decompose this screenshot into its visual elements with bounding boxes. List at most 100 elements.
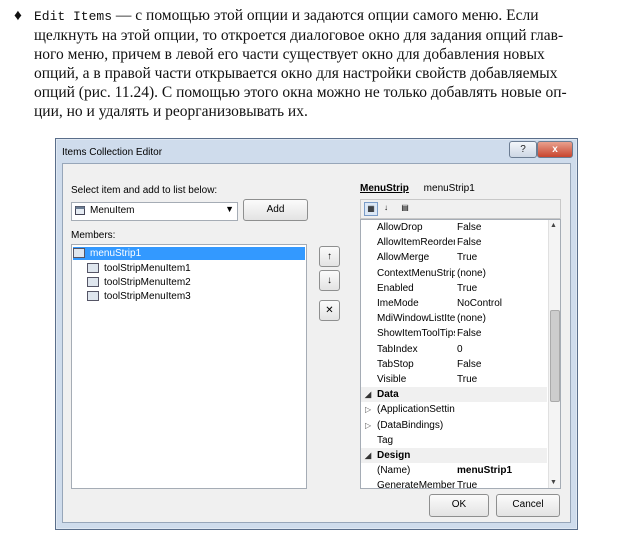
property-name: Design	[377, 450, 411, 461]
scroll-down-icon[interactable]: ▼	[550, 479, 557, 486]
property-row[interactable]: TabStop False	[361, 357, 547, 372]
dialog-title: Items Collection Editor	[62, 147, 163, 158]
property-value[interactable]: False	[457, 220, 481, 235]
property-row[interactable]: AllowDrop False	[361, 220, 547, 235]
paragraph-line: ♦ Edit Items — с помощью этой опции и зад…	[14, 7, 539, 24]
bullet-icon: ♦	[14, 7, 22, 24]
collapse-icon[interactable]: ◢	[365, 387, 371, 402]
property-value[interactable]: NoControl	[457, 296, 502, 311]
property-scrollbar[interactable]: ▲ ▼	[548, 220, 560, 488]
property-grid[interactable]: AllowDrop False AllowItemReorder False Allow…	[360, 219, 561, 489]
property-name: (ApplicationSettings)	[377, 404, 455, 416]
chevron-down-icon: ▼	[225, 204, 234, 214]
property-category[interactable]: ◢ Data	[361, 387, 547, 403]
term: Edit Items	[34, 9, 113, 24]
menu-item-icon	[87, 263, 99, 274]
property-pages-icon[interactable]: ▤	[399, 202, 411, 214]
expand-icon[interactable]: ▷	[365, 402, 371, 417]
property-name: ShowItemToolTips	[377, 328, 455, 340]
property-row[interactable]: TabIndex 0	[361, 342, 547, 357]
property-value[interactable]: menuStrip1	[457, 463, 512, 478]
paragraph-line: опций, а в правой части открывается окно…	[34, 65, 558, 82]
collapse-icon[interactable]: ◢	[365, 448, 371, 463]
move-up-button[interactable]: ↑	[319, 246, 340, 267]
property-value[interactable]: False	[457, 235, 481, 250]
property-category[interactable]: ◢ Design	[361, 448, 547, 463]
property-value[interactable]: 0	[457, 342, 463, 357]
property-name: AllowItemReorder	[377, 237, 455, 249]
property-row[interactable]: Visible True	[361, 372, 547, 387]
paragraph-line: ции, но и удалять и реорганизовывать их.	[34, 103, 308, 120]
property-name: ContextMenuStrip	[377, 267, 455, 279]
expand-icon[interactable]: ▷	[365, 418, 371, 433]
property-name: AllowDrop	[377, 222, 423, 233]
property-value[interactable]: (none)	[457, 311, 486, 326]
members-label: Members:	[71, 230, 116, 241]
paragraph-line: ного меню, причем в левой его части суще…	[34, 46, 545, 63]
property-row[interactable]: Enabled True	[361, 281, 547, 296]
property-name: GenerateMember	[377, 480, 455, 489]
list-item[interactable]: menuStrip1	[73, 247, 305, 260]
property-value[interactable]: True	[457, 281, 477, 296]
property-row[interactable]: ▷ (DataBindings)	[361, 418, 547, 433]
scroll-thumb[interactable]	[550, 310, 560, 402]
property-value[interactable]: False	[457, 357, 481, 372]
select-item-label: Select item and add to list below:	[71, 185, 218, 196]
categorized-icon[interactable]: ▦	[364, 202, 378, 216]
list-item[interactable]: toolStripMenuItem2	[87, 276, 191, 289]
property-name: AllowMerge	[377, 252, 430, 264]
list-item[interactable]: toolStripMenuItem3	[87, 290, 191, 303]
remove-button[interactable]: ✕	[319, 300, 340, 321]
list-item[interactable]: toolStripMenuItem1	[87, 262, 191, 275]
property-name: ImeMode	[377, 298, 419, 309]
property-row[interactable]: GenerateMember True	[361, 478, 547, 489]
menu-item-icon	[87, 291, 99, 302]
menu-item-icon	[87, 277, 99, 288]
members-list[interactable]: menuStrip1 toolStripMenuItem1 toolStripM…	[71, 244, 307, 489]
property-value[interactable]: False	[457, 326, 481, 341]
object-header: MenuStrip menuStrip1	[360, 183, 475, 194]
menu-item-icon	[75, 206, 85, 215]
property-name: TabIndex	[377, 343, 418, 355]
alphabetical-icon[interactable]: ↓	[380, 202, 392, 214]
paragraph-line: щелкнуть на этой опции, то откроется диа…	[34, 27, 564, 44]
add-button[interactable]: Add	[243, 199, 308, 221]
property-row[interactable]: ShowItemToolTips False	[361, 326, 547, 341]
property-name: MdiWindowListItem	[377, 313, 455, 325]
title-bar: Items Collection Editor ? x	[56, 139, 577, 163]
property-name: TabStop	[377, 358, 414, 370]
property-row[interactable]: AllowItemReorder False	[361, 235, 547, 250]
property-row[interactable]: ▷ (ApplicationSettings)	[361, 402, 547, 417]
dialog-client: Select item and add to list below: MenuI…	[62, 163, 571, 523]
property-row[interactable]: (Name) menuStrip1	[361, 463, 547, 478]
property-row[interactable]: AllowMerge True	[361, 250, 547, 265]
object-name: menuStrip1	[423, 183, 475, 194]
items-collection-editor-dialog: Items Collection Editor ? x Select item …	[55, 138, 578, 530]
property-name: Enabled	[377, 282, 414, 294]
description-paragraph: ♦ Edit Items — с помощью этой опции и зад…	[14, 6, 614, 121]
object-type: MenuStrip	[360, 183, 409, 194]
scroll-up-icon[interactable]: ▲	[550, 222, 557, 229]
item-type-combo[interactable]: MenuItem ▼	[71, 202, 238, 221]
property-value[interactable]: True	[457, 478, 477, 488]
move-down-button[interactable]: ↓	[319, 270, 340, 291]
property-toolbar: ▦ ↓ ▤	[360, 199, 561, 219]
paragraph-line: опций (рис. 11.24). С помощью этого окна…	[34, 84, 567, 101]
cancel-button[interactable]: Cancel	[496, 494, 560, 517]
property-row[interactable]: Tag	[361, 433, 547, 448]
property-value[interactable]: True	[457, 250, 477, 265]
property-row[interactable]: ContextMenuStrip (none)	[361, 266, 547, 281]
property-value[interactable]: True	[457, 372, 477, 387]
property-value[interactable]: (none)	[457, 266, 486, 281]
ok-button[interactable]: OK	[429, 494, 489, 517]
help-button[interactable]: ?	[509, 141, 537, 158]
property-row[interactable]: ImeMode NoControl	[361, 296, 547, 311]
combo-value: MenuItem	[90, 205, 135, 216]
menu-strip-icon	[73, 248, 85, 259]
property-row[interactable]: MdiWindowListItem(none)	[361, 311, 547, 326]
close-button[interactable]: x	[537, 141, 573, 158]
property-name: (Name)	[377, 465, 411, 477]
property-name: Data	[377, 389, 399, 401]
property-name: Tag	[377, 434, 394, 446]
property-name: Visible	[377, 374, 407, 385]
